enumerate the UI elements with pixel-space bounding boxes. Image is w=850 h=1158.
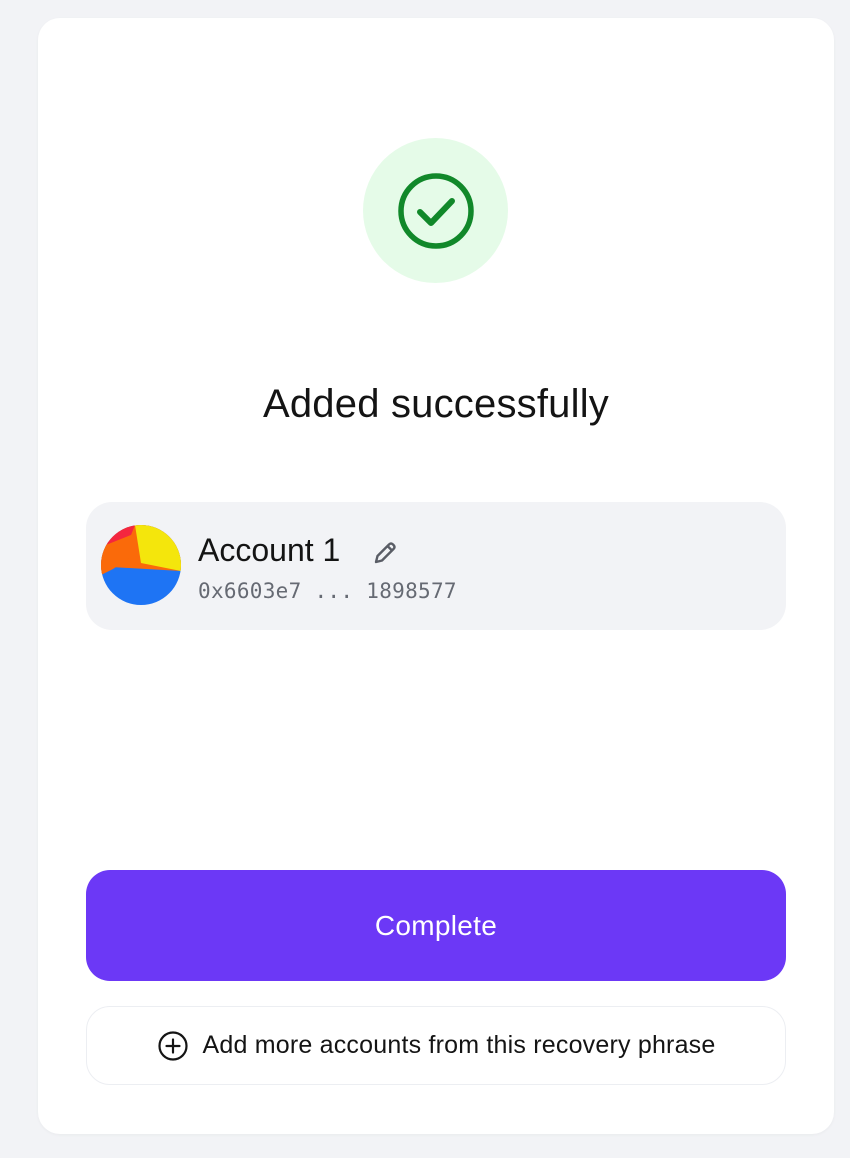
account-name: Account 1 — [198, 532, 341, 568]
account-card: Account 1 0x6603e7 ... 1898577 — [86, 502, 786, 630]
add-more-label: Add more accounts from this recovery phr… — [202, 1031, 716, 1059]
account-avatar-icon — [101, 525, 181, 605]
account-address: 0x6603e7 ... 1898577 — [198, 579, 457, 603]
success-card: Added successfully Account 1 0x6603e7 ..… — [38, 18, 834, 1134]
success-badge — [363, 138, 508, 283]
pencil-icon[interactable] — [370, 538, 400, 568]
complete-button[interactable]: Complete — [86, 870, 786, 981]
check-circle-icon — [397, 172, 474, 249]
add-more-accounts-button[interactable]: Add more accounts from this recovery phr… — [86, 1006, 786, 1085]
page-title: Added successfully — [262, 382, 609, 426]
avatar — [101, 525, 181, 605]
plus-circle-icon — [157, 1030, 188, 1061]
